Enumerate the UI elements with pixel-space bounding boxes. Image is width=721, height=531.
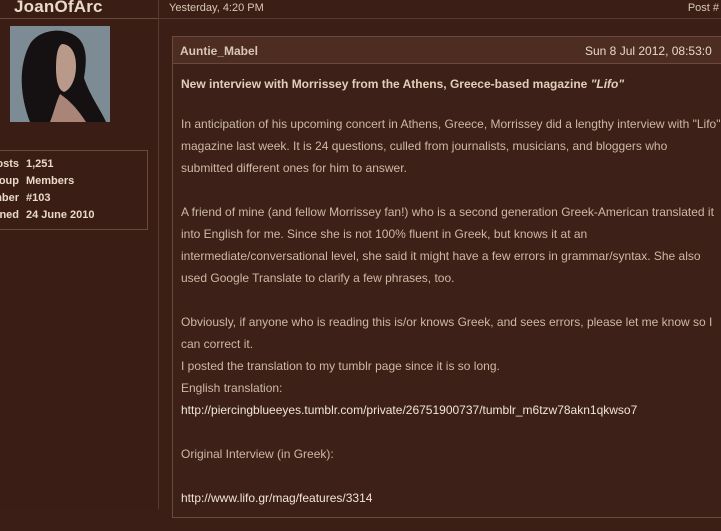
stat-label: Group: — [0, 175, 19, 187]
quote-author[interactable]: Auntie_Mabel — [180, 44, 258, 58]
paragraph-original: Original Interview (in Greek): http://ww… — [181, 443, 721, 509]
paragraph-text: In anticipation of his upcoming concert … — [181, 117, 721, 175]
quote-headline: New interview with Morrissey from the At… — [181, 73, 721, 95]
author-username[interactable]: JoanOfArc — [14, 0, 103, 17]
english-translation-link[interactable]: http://piercingblueeyes.tumblr.com/priva… — [181, 403, 637, 417]
stat-value: Members — [26, 175, 75, 187]
paragraph-translation: Obviously, if anyone who is reading this… — [181, 311, 721, 421]
post-timestamp: Yesterday, 4:20 PM — [169, 2, 264, 14]
stat-label: Joined: — [0, 209, 19, 221]
post-meta-bar: Yesterday, 4:20 PM Post # — [159, 0, 721, 19]
quote-block: Auntie_Mabel Sun 8 Jul 2012, 08:53:0 New… — [172, 36, 721, 518]
stat-row-joined: Joined: 24 June 2010 — [0, 209, 149, 225]
avatar-image — [10, 26, 110, 122]
profile-stats: Posts: 1,251 Group: Members Member #103 … — [0, 150, 148, 230]
author-profile-panel: JoanOfArc Posts: 1,251 Group: Members Me… — [0, 0, 159, 509]
quote-header: Auntie_Mabel Sun 8 Jul 2012, 08:53:0 — [173, 37, 721, 64]
stat-label: Posts: — [0, 158, 19, 170]
paragraph-intro: In anticipation of his upcoming concert … — [181, 113, 721, 179]
post-number-link[interactable]: Post # — [688, 2, 719, 14]
paragraph-translator: A friend of mine (and fellow Morrissey f… — [181, 201, 721, 289]
english-translation-label: English translation: — [181, 381, 283, 395]
stat-value: 24 June 2010 — [26, 209, 95, 221]
quote-body: New interview with Morrissey from the At… — [181, 73, 721, 531]
headline-magazine-name: "Lifo" — [590, 77, 625, 91]
paragraph-text: Obviously, if anyone who is reading this… — [181, 315, 713, 351]
paragraph-text: A friend of mine (and fellow Morrissey f… — [181, 205, 714, 285]
paragraph-text: I posted the translation to my tumblr pa… — [181, 359, 500, 373]
stat-label: Member — [0, 192, 19, 204]
stat-row-posts: Posts: 1,251 — [0, 158, 149, 174]
original-interview-link[interactable]: http://www.lifo.gr/mag/features/3314 — [181, 491, 372, 505]
stat-row-group: Group: Members — [0, 175, 149, 191]
quote-date: Sun 8 Jul 2012, 08:53:0 — [585, 44, 712, 58]
headline-text: New interview with Morrissey from the At… — [181, 77, 588, 91]
stat-row-member-number: Member #103 — [0, 192, 149, 208]
stat-value: 1,251 — [26, 158, 54, 170]
original-interview-label: Original Interview (in Greek): — [181, 447, 334, 461]
avatar[interactable] — [10, 26, 110, 122]
username-bar: JoanOfArc — [0, 0, 158, 19]
stat-value: #103 — [26, 192, 51, 204]
